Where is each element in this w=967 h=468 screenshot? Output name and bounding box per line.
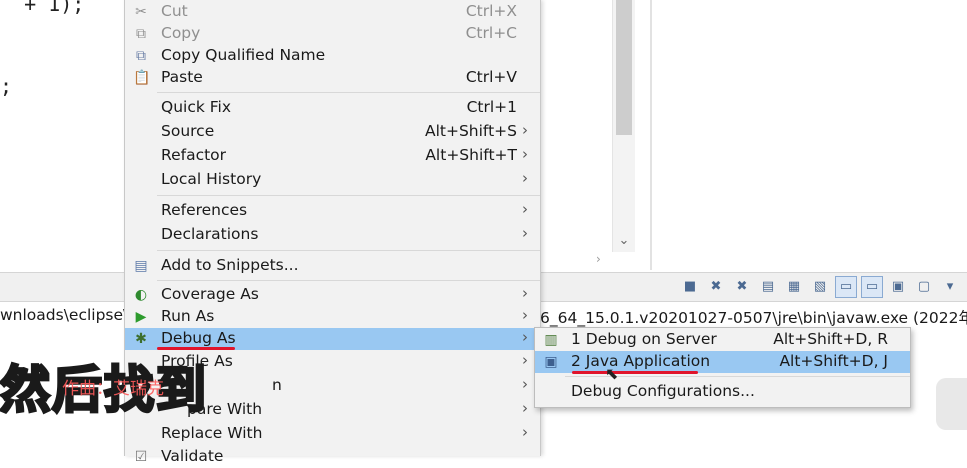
chevron-right-icon: › [522, 306, 528, 324]
java-app-icon: ▣ [544, 354, 558, 370]
show-console-icon[interactable]: ▭ [861, 276, 883, 298]
chevron-right-icon: › [522, 351, 528, 369]
panel-divider[interactable] [650, 0, 652, 270]
menu-item-quick-fix[interactable]: Quick Fix Ctrl+1 [125, 97, 540, 119]
validate-icon: ☑ [134, 449, 148, 465]
submenu-item-debug-on-server[interactable]: ▥ 1 Debug on Server Alt+Shift+D, R [535, 329, 910, 351]
copy-qualified-icon: ⧉ [136, 48, 146, 64]
menu-item-references[interactable]: References › [125, 200, 540, 222]
scissors-icon: ✂ [135, 4, 147, 20]
chevron-right-icon: › [522, 121, 528, 139]
menu-separator [157, 280, 540, 281]
pin-console-icon[interactable]: ▭ [835, 276, 857, 298]
chevron-right-icon: › [522, 284, 528, 302]
word-wrap-icon[interactable]: ▦ [783, 276, 805, 298]
mouse-cursor-icon: ⬉ [605, 364, 619, 383]
chevron-right-icon: › [522, 200, 528, 218]
submenu-item-java-application[interactable]: ▣ 2 Java Application Alt+Shift+D, J [535, 351, 910, 373]
menu-item-coverage-as[interactable]: ◐ Coverage As › [125, 284, 540, 306]
coverage-icon: ◐ [134, 287, 148, 303]
debug-as-submenu: ▥ 1 Debug on Server Alt+Shift+D, R ▣ 2 J… [534, 327, 911, 408]
menu-separator [157, 195, 540, 196]
menu-item-add-to-snippets[interactable]: ▤ Add to Snippets... [125, 255, 540, 277]
menu-item-copy-qualified-name[interactable]: ⧉ Copy Qualified Name [125, 45, 540, 67]
annotation-underline [572, 371, 698, 374]
show-stdout-icon[interactable]: ▧ [809, 276, 831, 298]
chevron-right-icon: › [522, 169, 528, 187]
menu-item-local-history[interactable]: Local History › [125, 169, 540, 191]
console-path-detail: 6_64_15.0.1.v20201027-0507\jre\bin\javaw… [540, 309, 967, 327]
snippet-icon: ▤ [134, 258, 148, 274]
code-line: + 1); [0, 0, 85, 16]
chevron-right-icon: › [522, 375, 528, 393]
vertical-scrollbar[interactable]: ⌄ [612, 0, 635, 252]
display-console-icon[interactable]: ▢ [913, 276, 935, 298]
code-line: ; [0, 74, 13, 98]
submenu-item-debug-configurations[interactable]: Debug Configurations... [535, 381, 910, 403]
scroll-right-icon[interactable]: › [596, 252, 601, 266]
dropdown-icon[interactable]: ▾ [939, 276, 961, 298]
menu-item-source[interactable]: Source Alt+Shift+S › [125, 121, 540, 143]
menu-item-refactor[interactable]: Refactor Alt+Shift+T › [125, 145, 540, 167]
terminate-icon[interactable]: ■ [679, 276, 701, 298]
chevron-right-icon: › [522, 145, 528, 163]
chevron-right-icon: › [522, 423, 528, 441]
open-console-icon[interactable]: ▣ [887, 276, 909, 298]
paste-icon: 📋 [133, 70, 151, 86]
debug-bug-icon: ✱ [135, 331, 147, 347]
console-path: wnloads\eclipse\ [0, 306, 129, 324]
server-icon: ▥ [544, 332, 558, 348]
menu-item-run-as[interactable]: ▶ Run As › [125, 306, 540, 328]
remove-launch-icon[interactable]: ✖ [705, 276, 727, 298]
overlay-widget [936, 378, 967, 430]
scroll-lock-icon[interactable]: ▤ [757, 276, 779, 298]
video-watermark: 作曲：艾瑞克 [62, 379, 164, 399]
chevron-right-icon: › [522, 399, 528, 417]
run-icon: ▶ [135, 309, 147, 325]
menu-separator [157, 92, 540, 93]
menu-item-replace-with[interactable]: Replace With › [125, 423, 540, 445]
scrollbar-thumb[interactable] [616, 0, 632, 135]
menu-separator [157, 250, 540, 251]
chevron-right-icon: › [522, 224, 528, 242]
scroll-down-icon[interactable]: ⌄ [613, 230, 635, 252]
console-toolbar: ■ ✖ ✖ ▤ ▦ ▧ ▭ ▭ ▣ ▢ ▾ [679, 276, 961, 298]
menu-item-copy[interactable]: ⧉ Copy Ctrl+C [125, 23, 540, 45]
remove-all-icon[interactable]: ✖ [731, 276, 753, 298]
menu-item-paste[interactable]: 📋 Paste Ctrl+V [125, 67, 540, 89]
chevron-right-icon: › [522, 328, 528, 346]
menu-item-cut[interactable]: ✂ Cut Ctrl+X [125, 1, 540, 23]
copy-icon: ⧉ [136, 26, 146, 42]
menu-item-validate[interactable]: ☑ Validate [125, 446, 540, 468]
menu-item-declarations[interactable]: Declarations › [125, 224, 540, 246]
